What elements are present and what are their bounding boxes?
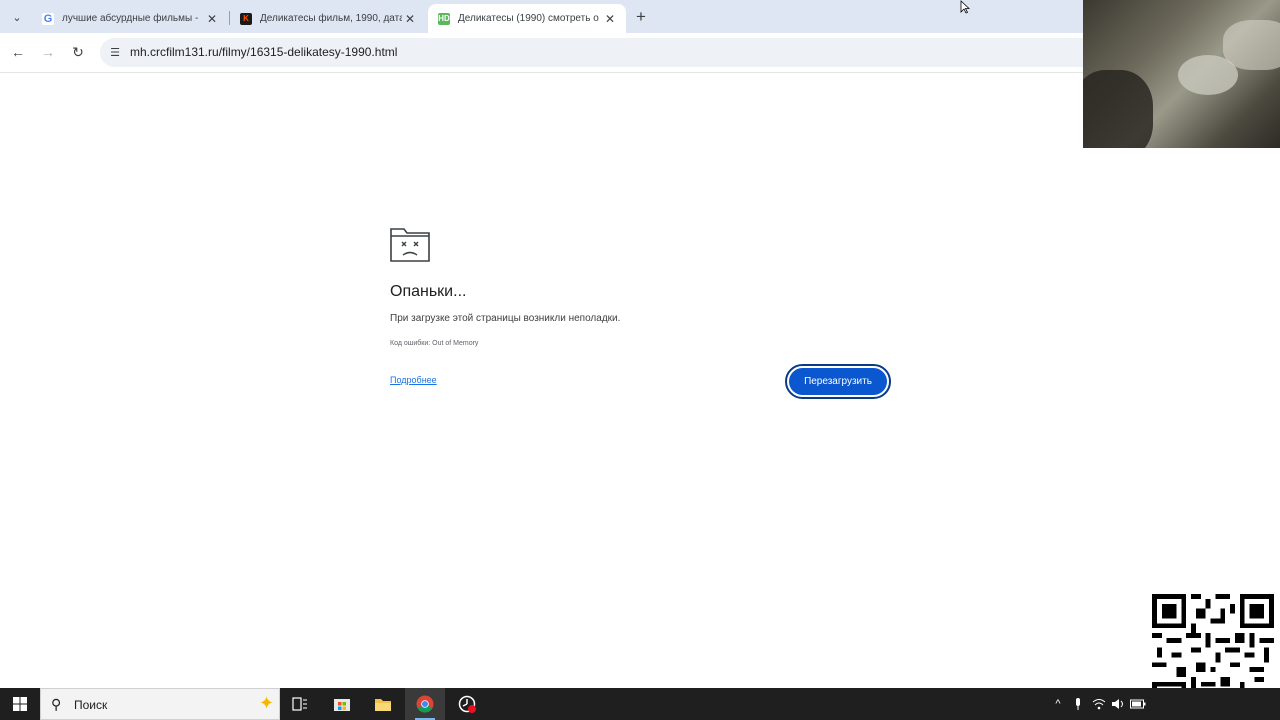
error-description: При загрузке этой страницы возникли непо… <box>390 313 621 324</box>
kinopoisk-favicon-icon: K <box>240 12 252 25</box>
tab-title: Деликатесы фильм, 1990, дата <box>260 13 402 24</box>
task-view-button[interactable] <box>280 688 320 720</box>
tray-volume-icon[interactable] <box>1108 688 1128 720</box>
start-button[interactable] <box>0 688 40 720</box>
learn-more-link[interactable]: Подробнее <box>390 375 437 385</box>
file-explorer-button[interactable] <box>363 688 403 720</box>
tray-chevron-up-icon[interactable]: ^ <box>1048 688 1068 720</box>
reload-icon: ↻ <box>72 43 84 60</box>
error-code: Код ошибки: Out of Memory <box>390 340 479 347</box>
store-button[interactable] <box>322 688 362 720</box>
search-placeholder: Поиск <box>74 698 108 712</box>
new-tab-button[interactable]: + <box>630 6 652 28</box>
arrow-left-icon: ← <box>11 44 25 60</box>
close-icon[interactable]: ✕ <box>204 12 220 26</box>
tab-search-button[interactable]: ⌄ <box>6 6 28 28</box>
webcam-overlay <box>1083 0 1280 148</box>
file-explorer-icon <box>375 698 391 711</box>
tab-active-film[interactable]: HD Деликатесы (1990) смотреть о ✕ <box>428 4 626 33</box>
tray-microphone-icon[interactable] <box>1068 688 1088 720</box>
arrow-right-icon: → <box>41 44 55 60</box>
tray-battery-icon[interactable] <box>1128 688 1148 720</box>
tab-title: Деликатесы (1990) смотреть о <box>458 13 599 24</box>
recorder-icon <box>458 695 476 713</box>
address-bar[interactable]: ☰ mh.crcfilm131.ru/filmy/16315-delikates… <box>100 38 1100 67</box>
windows-taskbar: ⚲ Поиск ✦ ^ <box>0 688 1280 720</box>
chrome-icon <box>416 695 434 713</box>
site-settings-icon[interactable]: ☰ <box>108 45 122 59</box>
tab-kinopoisk[interactable]: K Деликатесы фильм, 1990, дата ✕ <box>230 4 426 33</box>
hd-favicon-icon: HD <box>438 12 450 25</box>
close-icon[interactable]: ✕ <box>602 12 618 26</box>
back-button[interactable]: ← <box>8 42 28 62</box>
reload-nav-button[interactable]: ↻ <box>68 42 88 62</box>
mouse-cursor-icon <box>960 0 970 14</box>
sad-tab-icon <box>390 228 430 262</box>
chevron-down-icon: ⌄ <box>12 11 22 24</box>
windows-logo-icon <box>13 697 27 711</box>
recorder-button[interactable] <box>447 688 487 720</box>
error-heading: Опаньки... <box>390 283 467 300</box>
tab-google[interactable]: G лучшие абсурдные фильмы - ✕ <box>32 4 228 33</box>
store-icon <box>334 699 350 711</box>
search-icon: ⚲ <box>51 696 62 712</box>
chrome-taskbar-button[interactable] <box>405 688 445 720</box>
google-favicon-icon: G <box>42 12 54 25</box>
url-text[interactable]: mh.crcfilm131.ru/filmy/16315-delikatesy-… <box>130 45 397 59</box>
reload-button[interactable]: Перезагрузить <box>785 364 891 399</box>
forward-button[interactable]: → <box>38 42 58 62</box>
close-icon[interactable]: ✕ <box>402 12 418 26</box>
tab-title: лучшие абсурдные фильмы - <box>62 13 199 24</box>
sparkle-icon: ✦ <box>259 693 275 713</box>
taskbar-search[interactable]: ⚲ Поиск ✦ <box>40 688 280 720</box>
task-view-icon <box>292 697 307 711</box>
tray-wifi-icon[interactable] <box>1089 688 1109 720</box>
plus-icon: + <box>636 7 646 26</box>
